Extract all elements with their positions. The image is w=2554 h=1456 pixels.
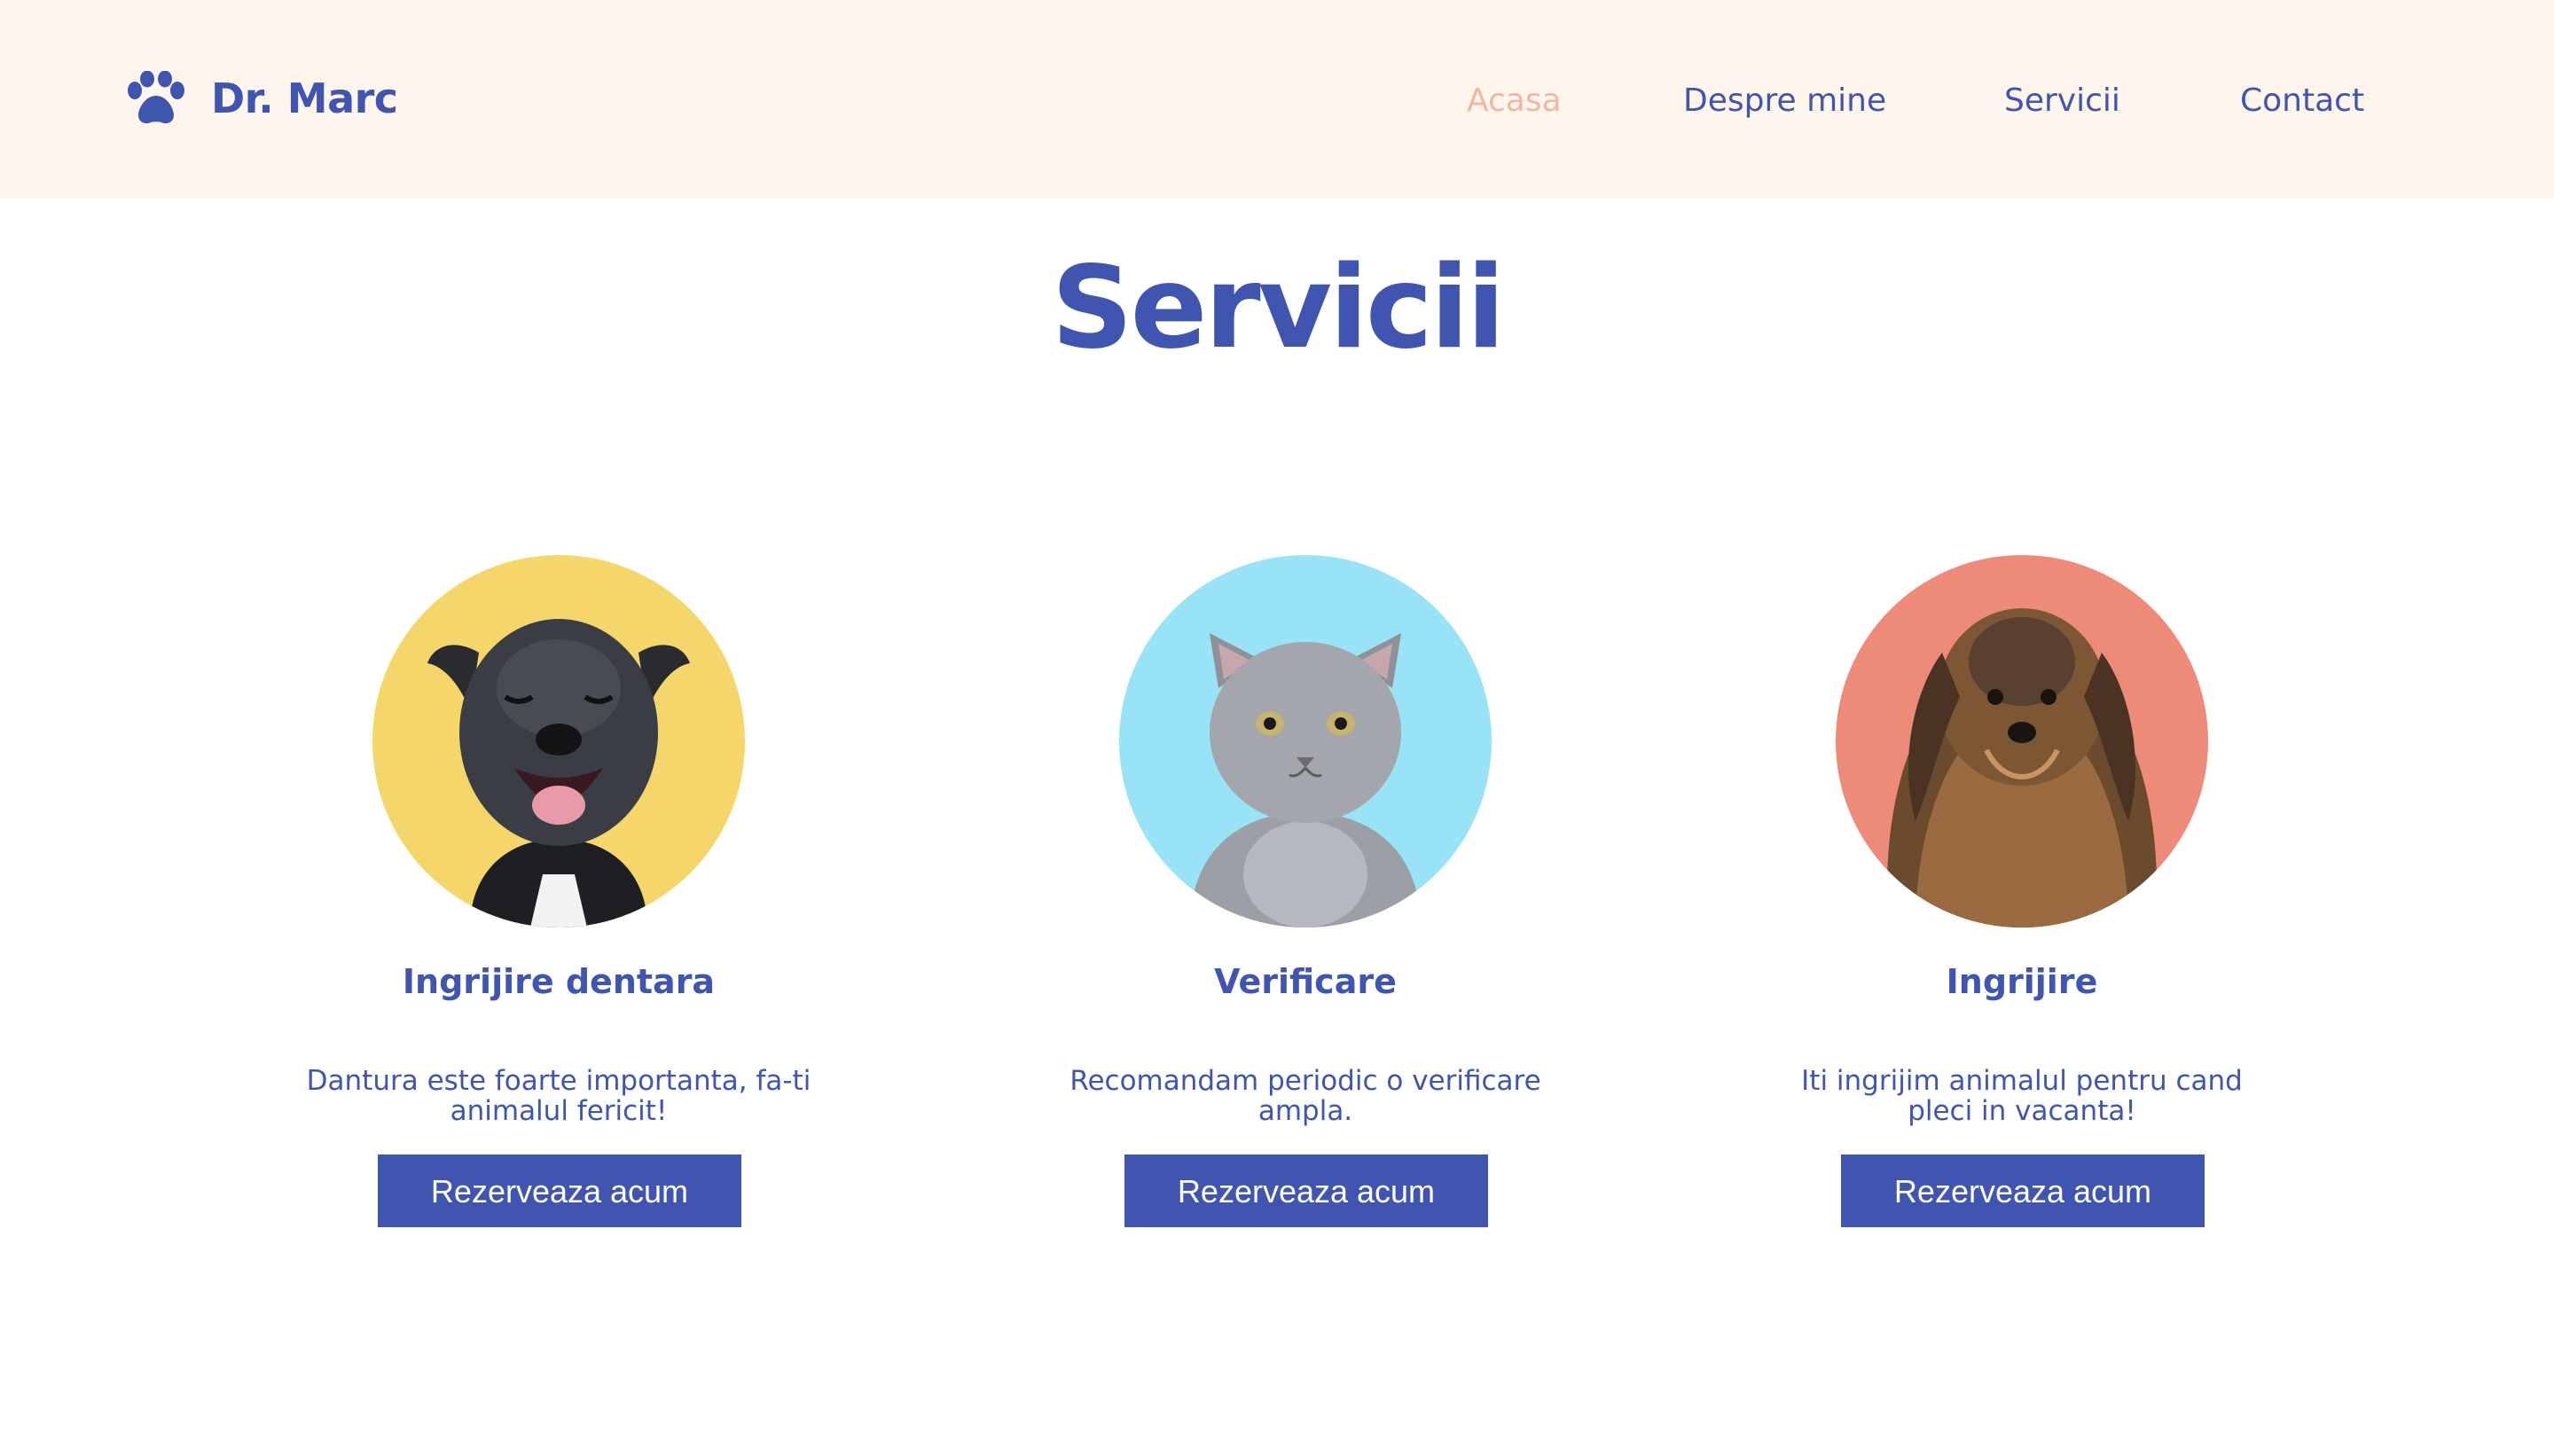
- nav-link-servicii[interactable]: Servicii: [2004, 76, 2120, 126]
- site-header: Dr. Marc Acasa Despre mine Servicii Cont…: [0, 0, 2554, 199]
- brand-logo[interactable]: Dr. Marc: [126, 69, 398, 128]
- nav-link-contact[interactable]: Contact: [2240, 76, 2364, 126]
- nav-link-acasa[interactable]: Acasa: [1467, 76, 1562, 126]
- service-title: Ingrijire dentara: [402, 962, 716, 1001]
- service-description: Recomandam periodic o verificare ampla.: [1069, 1065, 1541, 1127]
- grey-kitten-photo: [1119, 555, 1492, 928]
- service-description: Iti ingrijim animalul pentru cand pleci …: [1801, 1065, 2243, 1127]
- book-now-button[interactable]: Rezerveaza acum: [1124, 1155, 1488, 1227]
- paw-icon: [128, 71, 184, 124]
- service-title: Verificare: [1214, 962, 1397, 1001]
- service-title: Ingrijire: [1946, 962, 2098, 1001]
- yorkshire-terrier-photo: [1836, 555, 2208, 928]
- service-description: Dantura este foarte importanta, fa-ti an…: [306, 1065, 811, 1127]
- smiling-black-dog-photo: [372, 555, 745, 928]
- book-now-button[interactable]: Rezerveaza acum: [1841, 1155, 2205, 1227]
- book-now-button[interactable]: Rezerveaza acum: [378, 1155, 741, 1227]
- brand-name: Dr. Marc: [211, 74, 398, 122]
- nav-link-despre-mine[interactable]: Despre mine: [1683, 76, 1886, 126]
- page-title: Servicii: [1051, 242, 1505, 374]
